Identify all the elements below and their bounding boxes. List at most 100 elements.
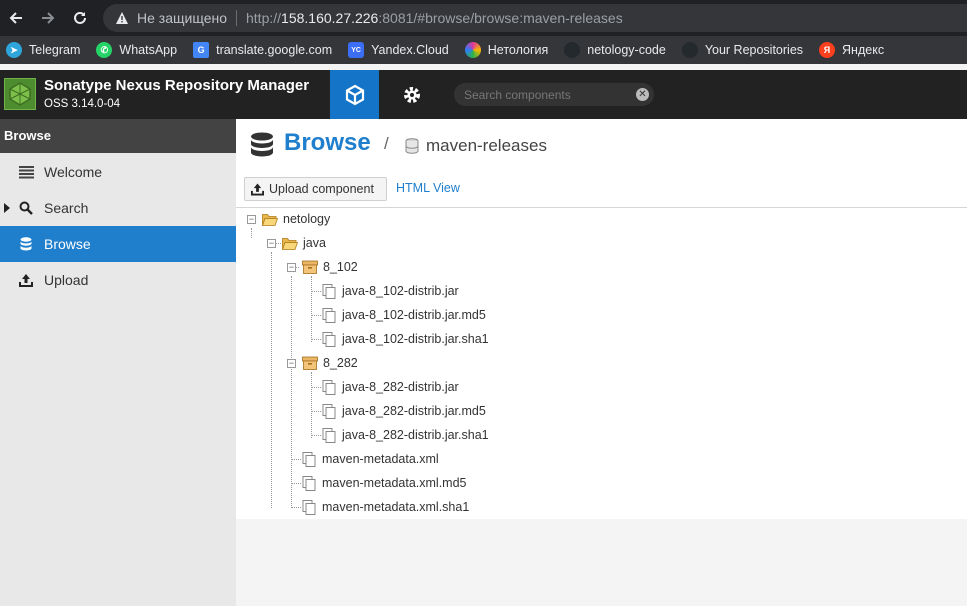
sidebar-item-search[interactable]: Search bbox=[0, 190, 236, 226]
tree-folder-netology[interactable]: netology bbox=[262, 210, 330, 228]
github-icon bbox=[681, 42, 698, 58]
tree-file[interactable]: java-8_282-distrib.jar bbox=[322, 378, 459, 396]
reload-icon bbox=[74, 11, 86, 24]
file-asset-icon bbox=[322, 307, 336, 323]
sidebar-item-browse[interactable]: Browse bbox=[0, 226, 236, 262]
collapse-toggle[interactable]: − bbox=[267, 239, 276, 248]
upload-icon bbox=[251, 183, 264, 196]
tree-file[interactable]: maven-metadata.xml bbox=[302, 450, 439, 468]
yandex-icon: Я bbox=[819, 42, 836, 58]
browse-mode-button[interactable] bbox=[330, 70, 379, 119]
file-asset-icon bbox=[322, 379, 336, 395]
bookmark-yandex[interactable]: Я Яндекс bbox=[819, 42, 884, 58]
nexus-logo-icon bbox=[9, 82, 31, 106]
breadcrumb-repository: maven-releases bbox=[426, 136, 547, 155]
tree-component-8-102[interactable]: 8_102 bbox=[302, 258, 358, 276]
expand-arrow-icon[interactable] bbox=[4, 203, 10, 213]
tree-node-label: maven-metadata.xml.sha1 bbox=[322, 500, 470, 514]
sidebar-item-label: Upload bbox=[44, 272, 89, 288]
panel-empty-area bbox=[236, 519, 967, 606]
upload-component-button[interactable]: Upload component bbox=[244, 177, 387, 201]
insecure-label: Не защищено bbox=[137, 10, 227, 26]
database-icon bbox=[251, 132, 273, 157]
tree-node-label: 8_102 bbox=[323, 260, 358, 274]
tree-node-label: java-8_282-distrib.jar.sha1 bbox=[342, 428, 489, 442]
url-text: http://158.160.27.226:8081/#browse/brows… bbox=[246, 10, 623, 26]
search-input[interactable] bbox=[464, 87, 624, 102]
tree-node-label: java-8_282-distrib.jar bbox=[342, 380, 459, 394]
bookmarks-bar: ➤ Telegram ✆ WhatsApp Gtranslate.google.co… bbox=[0, 36, 967, 64]
url-host: 158.160.27.226 bbox=[281, 10, 379, 26]
bookmark-yandex-cloud[interactable]: YC Yandex.Cloud bbox=[348, 42, 449, 58]
github-icon bbox=[564, 42, 581, 58]
database-icon bbox=[18, 236, 34, 252]
bookmark-label: Telegram bbox=[29, 43, 81, 57]
bookmark-translate[interactable]: Gtranslate.google.com bbox=[193, 42, 332, 58]
tree-folder-java[interactable]: java bbox=[282, 234, 326, 252]
file-asset-icon bbox=[322, 283, 336, 299]
clear-search-icon[interactable]: ✕ bbox=[636, 88, 649, 101]
file-asset-icon bbox=[322, 427, 336, 443]
address-bar[interactable]: Не защищено http://158.160.27.226:8081/#… bbox=[103, 4, 967, 32]
file-asset-icon bbox=[302, 475, 316, 491]
tree-node-label: netology bbox=[283, 212, 331, 226]
admin-mode-button[interactable] bbox=[387, 70, 436, 119]
gear-icon bbox=[403, 86, 420, 103]
app-title: Sonatype Nexus Repository Manager bbox=[44, 77, 310, 94]
file-asset-icon bbox=[302, 451, 316, 467]
repository-icon bbox=[405, 138, 419, 154]
app-header: Sonatype Nexus Repository Manager OSS 3.… bbox=[0, 70, 967, 119]
sidebar-item-label: Search bbox=[44, 200, 89, 216]
yandex-cloud-icon: YC bbox=[348, 42, 365, 58]
forward-button[interactable] bbox=[32, 0, 64, 36]
html-view-link[interactable]: HTML View bbox=[396, 181, 460, 195]
arrow-right-icon bbox=[42, 12, 55, 24]
sidebar: Browse Welcome Search Browse Upload bbox=[0, 119, 236, 606]
tree-node-label: java bbox=[303, 236, 326, 250]
file-asset-icon bbox=[322, 403, 336, 419]
collapse-toggle[interactable]: − bbox=[247, 215, 256, 224]
tree-node-label: java-8_102-distrib.jar bbox=[342, 284, 459, 298]
telegram-icon: ➤ bbox=[6, 42, 22, 58]
page-title[interactable]: Browse bbox=[284, 129, 371, 157]
tree-file[interactable]: maven-metadata.xml.sha1 bbox=[302, 498, 469, 516]
url-path: :8081/#browse/browse:maven-releases bbox=[378, 10, 623, 26]
arrow-left-icon bbox=[9, 12, 22, 24]
bookmark-telegram[interactable]: ➤ Telegram bbox=[6, 42, 80, 58]
collapse-toggle[interactable]: − bbox=[287, 263, 296, 272]
tree-file[interactable]: java-8_102-distrib.jar bbox=[322, 282, 459, 300]
search-box: ✕ bbox=[454, 83, 654, 106]
sidebar-item-upload[interactable]: Upload bbox=[0, 262, 236, 298]
netology-icon bbox=[464, 42, 481, 58]
nexus-logo[interactable] bbox=[4, 78, 36, 110]
sidebar-header: Browse bbox=[0, 119, 236, 153]
tree-file[interactable]: java-8_282-distrib.jar.md5 bbox=[322, 402, 486, 420]
bookmark-your-repositories[interactable]: Your Repositories bbox=[681, 42, 804, 58]
cube-icon bbox=[345, 84, 364, 105]
collapse-toggle[interactable]: − bbox=[287, 359, 296, 368]
bookmark-label: Yandex.Cloud bbox=[371, 43, 449, 57]
bookmark-netology[interactable]: Нетология bbox=[464, 42, 548, 58]
tree-file[interactable]: java-8_102-distrib.jar.md5 bbox=[322, 306, 486, 324]
bookmark-label: translate.google.com bbox=[216, 43, 333, 57]
tree-node-label: java-8_102-distrib.jar.md5 bbox=[342, 308, 486, 322]
list-icon bbox=[18, 164, 34, 180]
reload-button[interactable] bbox=[64, 0, 96, 36]
bookmark-label: Яндекс bbox=[842, 43, 885, 57]
tree-file[interactable]: java-8_282-distrib.jar.sha1 bbox=[322, 426, 489, 444]
component-box-icon bbox=[302, 260, 318, 274]
warning-icon bbox=[116, 12, 128, 24]
sidebar-item-welcome[interactable]: Welcome bbox=[0, 154, 236, 190]
bookmark-whatsapp[interactable]: ✆ WhatsApp bbox=[96, 42, 177, 58]
toolbar-divider bbox=[236, 207, 967, 208]
back-button[interactable] bbox=[0, 0, 32, 36]
url-scheme: http:// bbox=[246, 10, 282, 26]
tree-node-label: java-8_282-distrib.jar.md5 bbox=[342, 404, 486, 418]
bookmark-netology-code[interactable]: netology-code bbox=[564, 42, 666, 58]
bookmark-label: Your Repositories bbox=[704, 43, 804, 57]
url-divider bbox=[236, 10, 237, 26]
tree-file[interactable]: java-8_102-distrib.jar.sha1 bbox=[322, 330, 489, 348]
tree-file[interactable]: maven-metadata.xml.md5 bbox=[302, 474, 467, 492]
tree-component-8-282[interactable]: 8_282 bbox=[302, 354, 358, 372]
whatsapp-icon: ✆ bbox=[96, 42, 113, 58]
